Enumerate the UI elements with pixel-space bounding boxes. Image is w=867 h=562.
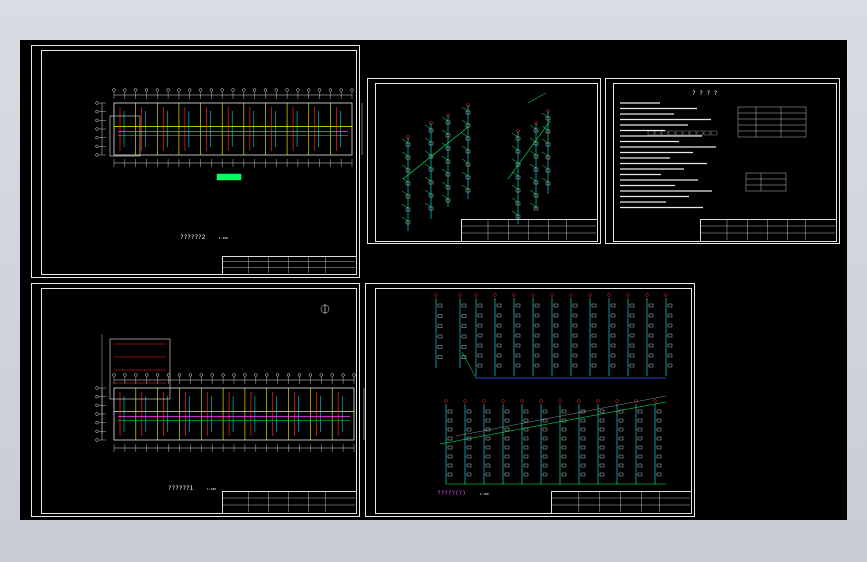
cad-model-space[interactable]: ??????2 1:100 ? ? ? ? ??????1 1:100 ????… bbox=[20, 40, 847, 520]
sheet-design-notes[interactable]: ? ? ? ? bbox=[605, 78, 840, 244]
sheet-floor-plan-2[interactable]: ??????2 1:100 bbox=[31, 45, 363, 278]
title-block-grid bbox=[700, 219, 835, 240]
title-block-grid bbox=[222, 491, 355, 512]
title-block-grid bbox=[222, 256, 355, 273]
sheet-pipe-system[interactable]: ?????(?) 1:100 bbox=[365, 283, 695, 517]
title-block-grid bbox=[461, 219, 596, 240]
sheet-pipe-isometric-a[interactable] bbox=[367, 78, 601, 244]
sheet-floor-plan-1[interactable]: ??????1 1:100 bbox=[31, 283, 365, 517]
title-block-grid bbox=[551, 491, 690, 512]
